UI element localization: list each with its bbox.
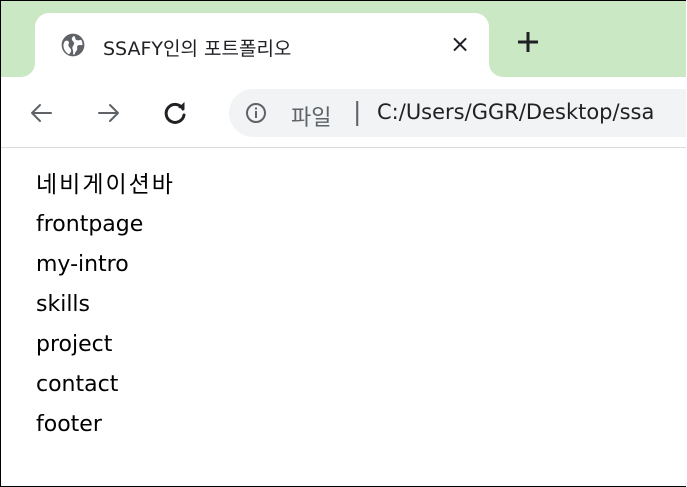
nav-item-contact: contact [36, 372, 119, 397]
browser-window: SSAFY인의 포트폴리오 × 파일 | C:/Users/GGR/Deskto… [0, 0, 686, 487]
nav-item-my-intro: my-intro [36, 252, 129, 277]
scheme-label: 파일 [291, 106, 332, 131]
url-text[interactable]: C:/Users/GGR/Desktop/ssa [377, 100, 654, 124]
new-tab-button[interactable] [513, 27, 543, 57]
tab-strip: SSAFY인의 포트폴리오 × [1, 1, 686, 77]
scheme-separator: | [353, 97, 362, 126]
page-heading: 네비게이션바 [36, 172, 175, 198]
tab-active[interactable]: SSAFY인의 포트폴리오 × [35, 13, 489, 77]
info-icon[interactable] [245, 102, 267, 124]
nav-item-skills: skills [36, 292, 91, 317]
address-bar[interactable]: 파일 | C:/Users/GGR/Desktop/ssa [229, 89, 686, 137]
back-button[interactable] [27, 99, 55, 127]
toolbar: 파일 | C:/Users/GGR/Desktop/ssa [1, 77, 686, 148]
close-tab-button[interactable]: × [447, 31, 473, 57]
tab-title: SSAFY인의 포트폴리오 [103, 38, 292, 60]
page-content: 네비게이션바 frontpage my-intro skills project… [36, 167, 175, 445]
globe-icon [61, 33, 85, 57]
reload-button[interactable] [161, 99, 189, 127]
nav-item-project: project [36, 332, 113, 357]
forward-button[interactable] [95, 99, 123, 127]
nav-item-frontpage: frontpage [36, 212, 144, 237]
nav-item-footer: footer [36, 412, 102, 437]
